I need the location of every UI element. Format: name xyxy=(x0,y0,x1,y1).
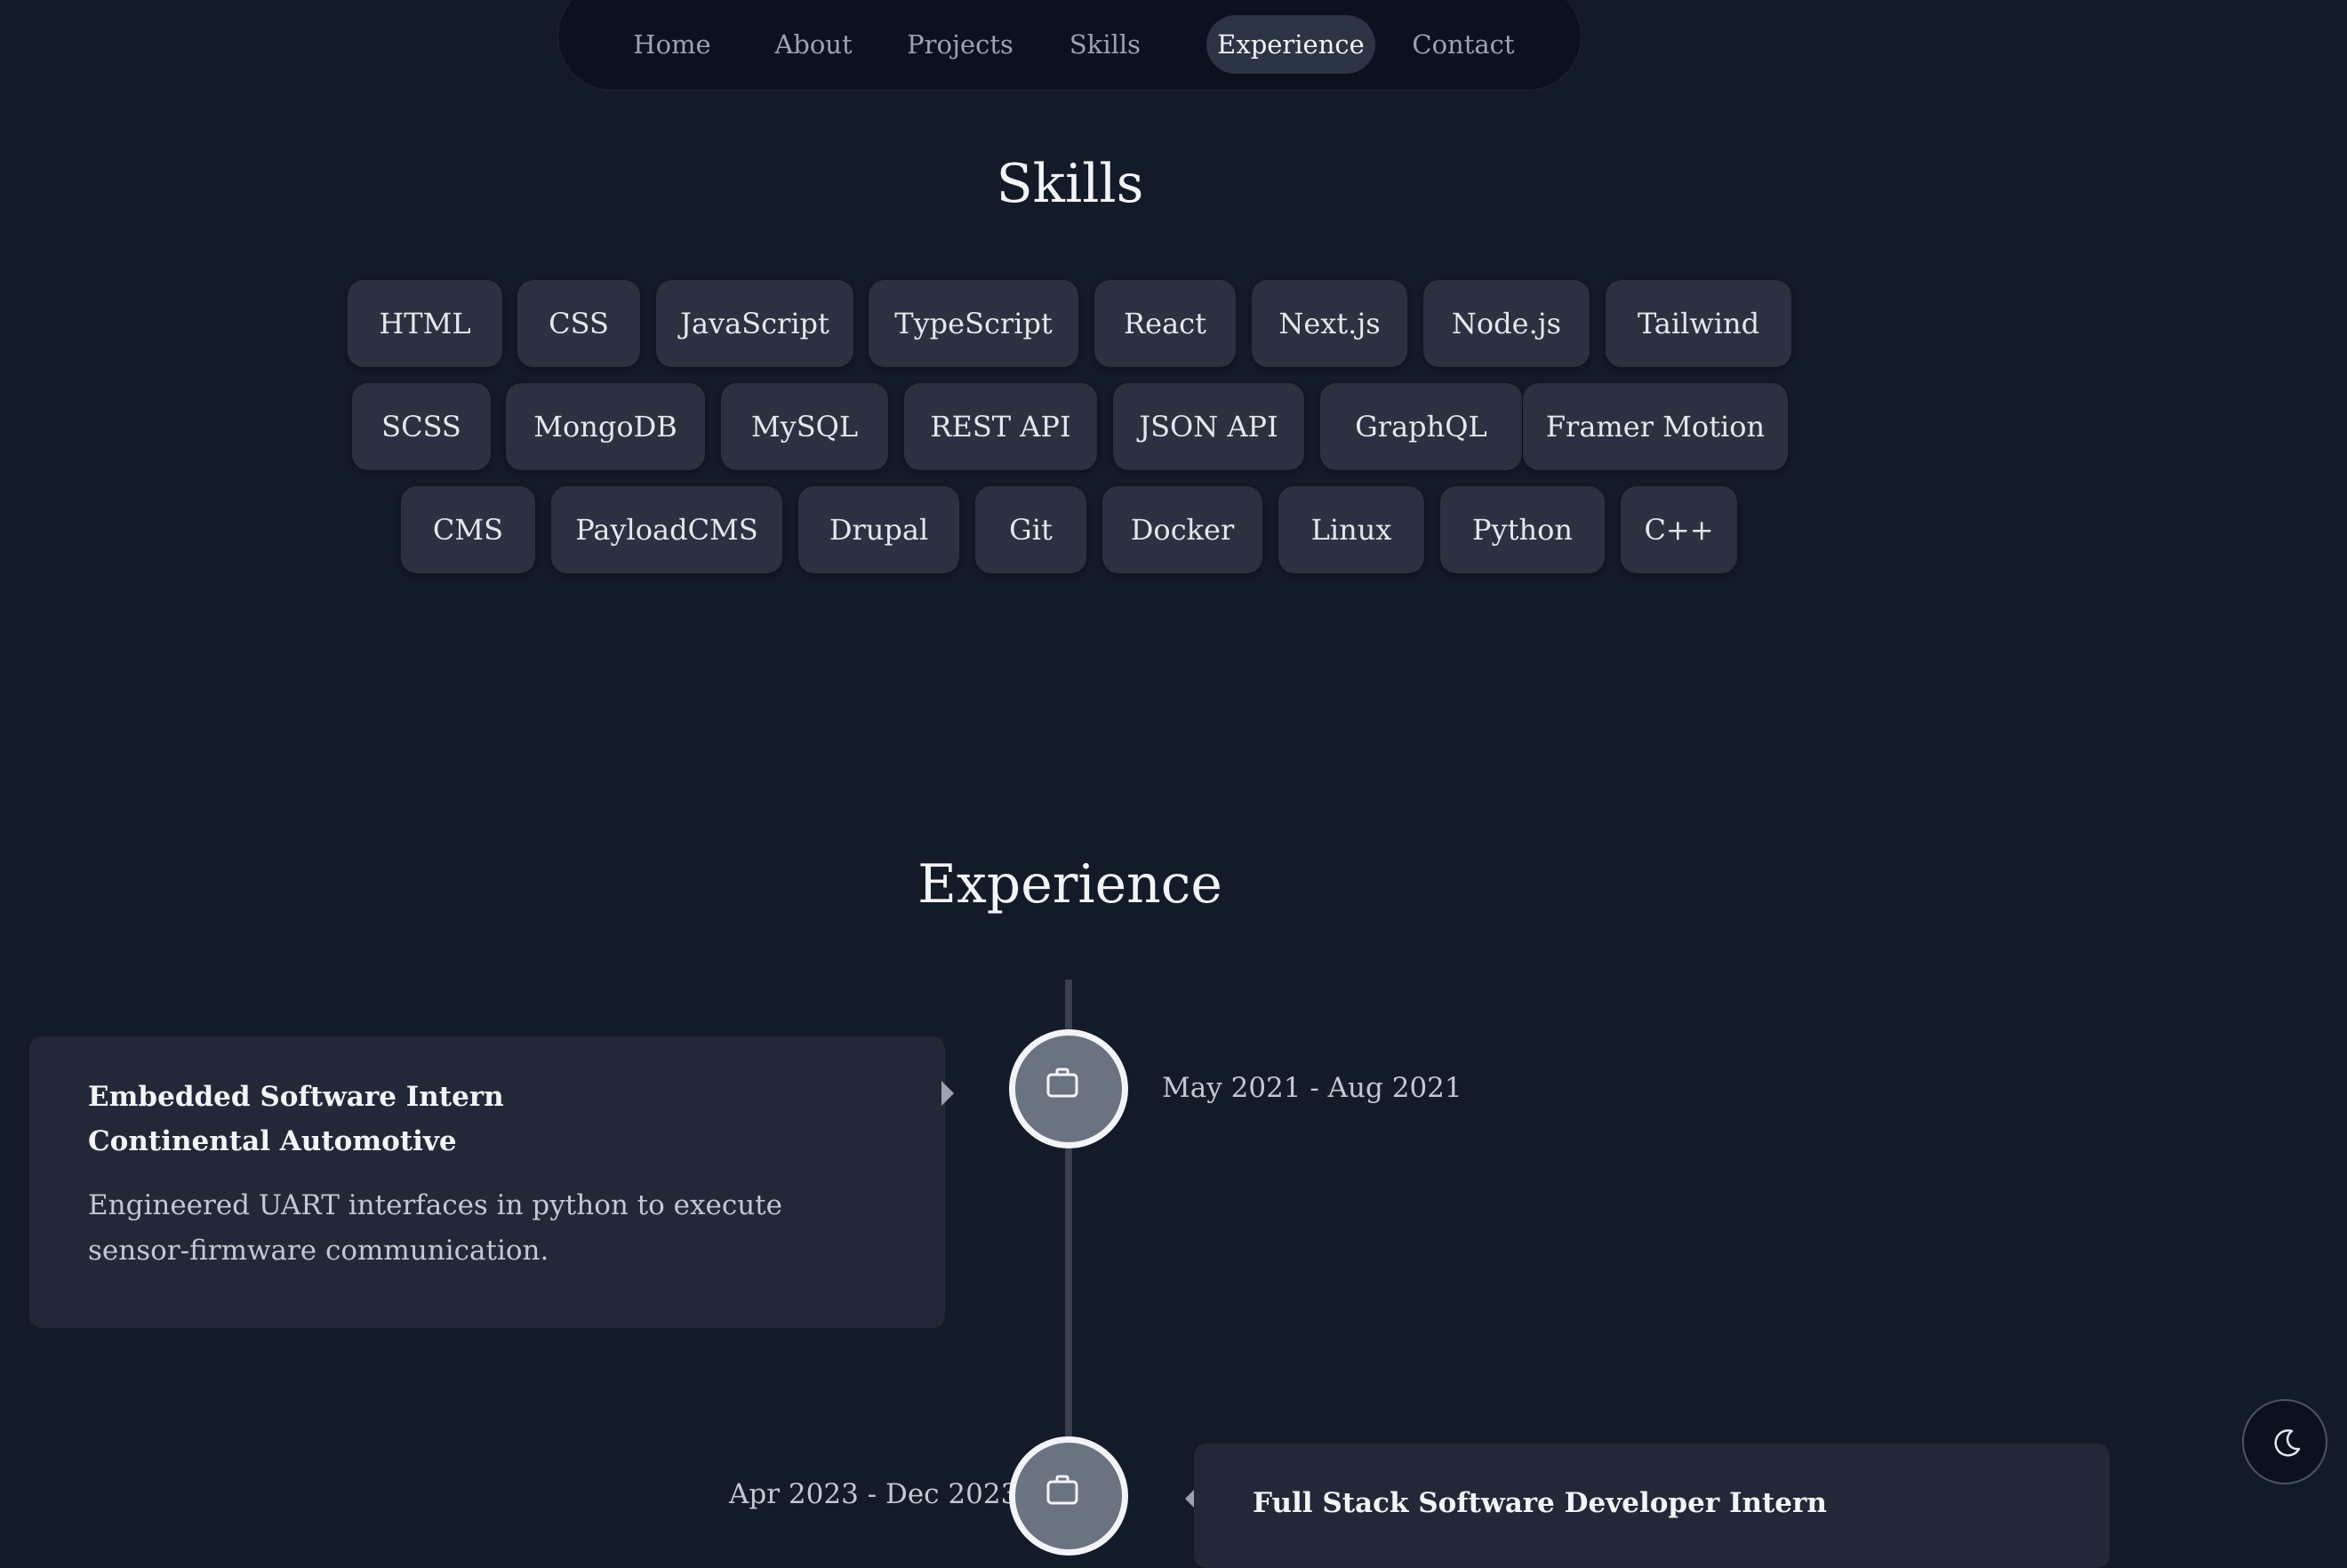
skill-chip: React xyxy=(1094,280,1236,367)
skill-chip: Framer Motion xyxy=(1523,383,1788,470)
skill-chip: Drupal xyxy=(798,486,959,573)
skill-chip: Next.js xyxy=(1252,280,1407,367)
moon-icon xyxy=(2274,1429,2301,1457)
timeline-node xyxy=(1009,1436,1128,1556)
skill-chip: CMS xyxy=(401,486,535,573)
skill-chip: JavaScript xyxy=(656,280,853,367)
card-pointer-arrow xyxy=(941,1081,954,1106)
nav-about[interactable]: About xyxy=(756,15,871,74)
briefcase-icon xyxy=(1046,1475,1078,1505)
theme-toggle-button[interactable] xyxy=(2242,1399,2327,1484)
nav-experience[interactable]: Experience xyxy=(1206,15,1375,74)
skill-chip: PayloadCMS xyxy=(551,486,782,573)
experience-card: Full Stack Software Developer Intern xyxy=(1194,1444,2110,1568)
experience-date: May 2021 - Aug 2021 xyxy=(1162,1072,1462,1104)
nav-home[interactable]: Home xyxy=(606,15,738,74)
skill-chip: Node.js xyxy=(1423,280,1590,367)
experience-card: Embedded Software Intern Continental Aut… xyxy=(29,1036,945,1328)
skill-chip: Python xyxy=(1440,486,1605,573)
experience-date: Apr 2023 - Dec 2023 xyxy=(729,1478,1019,1510)
timeline-node xyxy=(1009,1029,1128,1148)
skill-chip: REST API xyxy=(904,383,1097,470)
skill-chip: SCSS xyxy=(352,383,491,470)
nav-skills[interactable]: Skills xyxy=(1049,15,1161,74)
skill-chip: MongoDB xyxy=(506,383,705,470)
nav-projects[interactable]: Projects xyxy=(889,15,1031,74)
skill-chip: Tailwind xyxy=(1606,280,1791,367)
skills-title: Skills xyxy=(996,153,1144,215)
skill-chip: TypeScript xyxy=(869,280,1078,367)
briefcase-icon xyxy=(1046,1068,1078,1098)
top-navigation: Home About Projects Skills Experience Co… xyxy=(557,0,1582,91)
experience-description: Engineered UART interfaces in python to … xyxy=(88,1189,782,1267)
skill-chip: JSON API xyxy=(1113,383,1304,470)
skill-chip: CSS xyxy=(517,280,640,367)
skill-chip: MySQL xyxy=(721,383,888,470)
experience-company: Continental Automotive xyxy=(88,1125,457,1157)
skill-chip: Linux xyxy=(1278,486,1424,573)
skill-chip: GraphQL xyxy=(1320,383,1522,470)
skill-chip: C++ xyxy=(1621,486,1737,573)
experience-role: Full Stack Software Developer Intern xyxy=(1253,1487,1827,1519)
skill-chip: Docker xyxy=(1102,486,1262,573)
experience-role: Embedded Software Intern xyxy=(88,1081,504,1113)
skill-chip: Git xyxy=(975,486,1086,573)
nav-contact[interactable]: Contact xyxy=(1390,15,1537,74)
experience-title: Experience xyxy=(917,853,1222,916)
skill-chip: HTML xyxy=(348,280,502,367)
